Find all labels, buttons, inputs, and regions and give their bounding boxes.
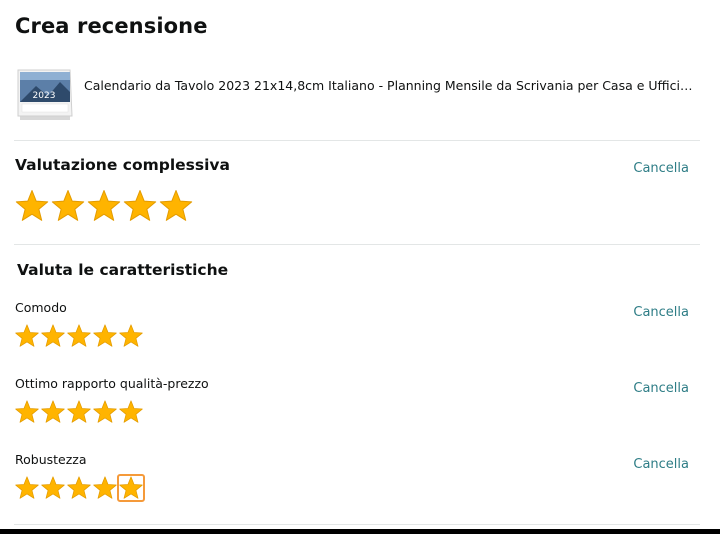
star-3-icon[interactable] [66,475,92,501]
feature-label-comodo: Comodo [15,300,67,315]
star-2-icon[interactable] [50,188,86,224]
star-2-icon[interactable] [40,475,66,501]
page-title: Crea recensione [15,14,208,38]
star-2-icon[interactable] [40,323,66,349]
star-4-icon[interactable] [122,188,158,224]
feature-cancel-rapporto[interactable]: Cancella [633,381,689,396]
star-1-icon[interactable] [14,399,40,425]
features-heading: Valuta le caratteristiche [17,261,229,279]
star-4-icon[interactable] [92,475,118,501]
product-title[interactable]: Calendario da Tavolo 2023 21x14,8cm Ital… [84,78,692,93]
feature-label-rapporto: Ottimo rapporto qualità-prezzo [15,376,209,391]
product-row: 2023 Calendario da Tavolo 2023 21x14,8cm… [14,66,704,124]
star-1-icon[interactable] [14,188,50,224]
star-5-icon[interactable] [118,399,144,425]
divider-3 [14,524,700,525]
divider-1 [14,140,700,141]
star-2-icon[interactable] [40,399,66,425]
star-3-icon[interactable] [66,399,92,425]
overall-rating-heading: Valutazione complessiva [15,156,230,174]
star-5-icon[interactable] [118,323,144,349]
star-1-icon[interactable] [14,475,40,501]
thumbnail-year: 2023 [33,91,56,101]
screen-bottom-bar [0,529,720,534]
feature-stars-rapporto [14,399,144,425]
star-5-icon[interactable] [158,188,194,224]
star-3-icon[interactable] [66,323,92,349]
feature-cancel-robustezza[interactable]: Cancella [633,457,689,472]
star-4-icon[interactable] [92,399,118,425]
star-4-icon[interactable] [92,323,118,349]
star-1-icon[interactable] [14,323,40,349]
overall-cancel-link[interactable]: Cancella [633,161,689,176]
star-5-icon[interactable] [117,474,145,502]
overall-star-rating [14,188,194,224]
star-3-icon[interactable] [86,188,122,224]
feature-label-robustezza: Robustezza [15,452,87,467]
feature-stars-comodo [14,323,144,349]
feature-cancel-comodo[interactable]: Cancella [633,305,689,320]
product-thumbnail: 2023 [17,69,73,120]
divider-2 [14,244,700,245]
feature-stars-robustezza [14,474,145,502]
